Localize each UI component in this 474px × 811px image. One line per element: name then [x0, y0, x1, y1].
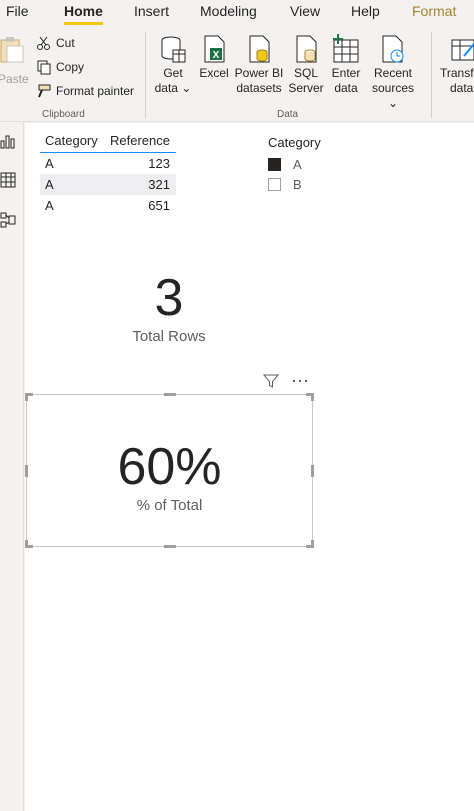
resize-handle[interactable] — [164, 393, 176, 396]
filter-icon[interactable] — [263, 373, 279, 389]
copy-label: Copy — [56, 60, 85, 74]
ribbon: Paste Cut Copy Format painter Clipboard — [0, 28, 474, 122]
menu-view[interactable]: View — [290, 3, 320, 19]
table-cell: 651 — [148, 198, 170, 213]
card-label: Total Rows — [132, 328, 206, 345]
resize-handle[interactable] — [311, 393, 314, 401]
table-row[interactable]: A 123 — [40, 153, 176, 174]
column-header-reference[interactable]: Reference — [104, 133, 176, 148]
enter-data-icon — [333, 34, 359, 63]
get-data-button[interactable]: Get data ⌄ — [152, 34, 194, 96]
category-slicer[interactable]: Category A B — [268, 135, 321, 194]
enter-data-label-2: data — [334, 81, 358, 95]
data-group-label: Data — [277, 109, 299, 120]
paste-label: Paste — [0, 72, 29, 86]
transform-data-button[interactable]: Transfo data — [440, 34, 474, 96]
checkbox-unchecked[interactable] — [268, 177, 281, 191]
menu-modeling[interactable]: Modeling — [200, 3, 257, 19]
menu-file[interactable]: File — [6, 3, 29, 19]
report-view-icon[interactable] — [0, 133, 16, 149]
clipboard-group-label: Clipboard — [42, 109, 85, 120]
table-cell: 321 — [148, 177, 170, 192]
scissors-icon — [37, 36, 50, 50]
table-header-row: Category Reference — [40, 128, 176, 153]
table-cell: 123 — [148, 156, 170, 171]
powerbi-dataset-icon — [249, 35, 270, 63]
powerbi-label-2: datasets — [236, 81, 282, 95]
sql-server-button[interactable]: SQL Server — [287, 34, 325, 96]
transform-label-1: Transfo — [440, 66, 474, 80]
table-cell: A — [45, 156, 54, 171]
sql-server-icon — [296, 35, 317, 63]
table-cell: A — [45, 177, 54, 192]
database-icon — [161, 36, 186, 63]
transform-label-2: data — [450, 81, 474, 95]
enter-data-label-1: Enter — [331, 66, 361, 80]
enter-data-button[interactable]: Enter data — [328, 34, 364, 96]
recent-sources-button[interactable]: Recent sources ⌄ — [366, 34, 420, 111]
slicer-option-b[interactable]: B — [268, 174, 321, 194]
transform-data-icon — [451, 39, 474, 61]
slicer-option-label: A — [293, 156, 302, 172]
brush-icon — [38, 84, 51, 98]
table-row[interactable]: A 321 — [40, 174, 176, 195]
cut-button[interactable]: Cut — [36, 35, 75, 51]
cut-label: Cut — [56, 36, 75, 50]
resize-handle[interactable] — [25, 540, 28, 548]
menu-insert[interactable]: Insert — [134, 3, 169, 19]
copy-button[interactable]: Copy — [36, 59, 84, 75]
copy-icon — [37, 60, 51, 75]
percent-total-card: 60% % of Total — [27, 437, 312, 514]
total-rows-card[interactable]: 3 Total Rows — [110, 268, 228, 345]
resize-handle[interactable] — [25, 393, 28, 401]
column-header-category[interactable]: Category — [40, 133, 104, 148]
get-data-label-2: data ⌄ — [154, 81, 192, 95]
resize-handle[interactable] — [164, 545, 176, 548]
excel-label: Excel — [199, 66, 229, 80]
checkbox-checked[interactable] — [268, 157, 281, 171]
format-painter-label: Format painter — [56, 84, 135, 98]
card-value: 60% — [117, 438, 222, 496]
ribbon-separator — [431, 32, 432, 118]
slicer-option-label: B — [293, 176, 302, 192]
view-rail — [0, 122, 24, 811]
percent-total-card-frame[interactable]: 60% % of Total — [25, 393, 314, 548]
paste-button[interactable]: Paste — [0, 34, 29, 87]
menu-bar: File Home Insert Modeling View Help Form… — [0, 0, 474, 28]
sql-label-1: SQL — [293, 66, 318, 80]
get-data-label-1: Get — [163, 66, 183, 80]
sql-label-2: Server — [288, 81, 324, 95]
recent-label-1: Recent — [373, 66, 413, 80]
paste-icon — [0, 37, 24, 63]
excel-icon: X — [204, 35, 225, 63]
resize-handle[interactable] — [311, 540, 314, 548]
svg-text:X: X — [213, 50, 220, 61]
recent-sources-icon — [382, 35, 404, 63]
powerbi-label-1: Power BI — [234, 66, 284, 80]
data-view-icon[interactable] — [0, 172, 16, 188]
model-view-icon[interactable] — [0, 212, 16, 228]
menu-home[interactable]: Home — [64, 3, 103, 25]
table-visual[interactable]: Category Reference A 123 A 321 A 651 — [40, 128, 176, 216]
card-label: % of Total — [136, 497, 203, 514]
table-cell: A — [45, 198, 54, 213]
ribbon-separator — [145, 32, 146, 118]
slicer-title: Category — [268, 135, 321, 150]
table-row[interactable]: A 651 — [40, 195, 176, 216]
format-painter-button[interactable]: Format painter — [36, 83, 134, 99]
card-value: 3 — [154, 269, 184, 327]
excel-button[interactable]: X Excel — [197, 34, 231, 81]
menu-help[interactable]: Help — [351, 3, 380, 19]
recent-label-2: sources ⌄ — [371, 81, 415, 110]
menu-format[interactable]: Format — [412, 3, 456, 19]
powerbi-datasets-button[interactable]: Power BI datasets — [233, 34, 285, 96]
slicer-option-a[interactable]: A — [268, 154, 321, 174]
more-options-icon[interactable] — [291, 373, 309, 389]
